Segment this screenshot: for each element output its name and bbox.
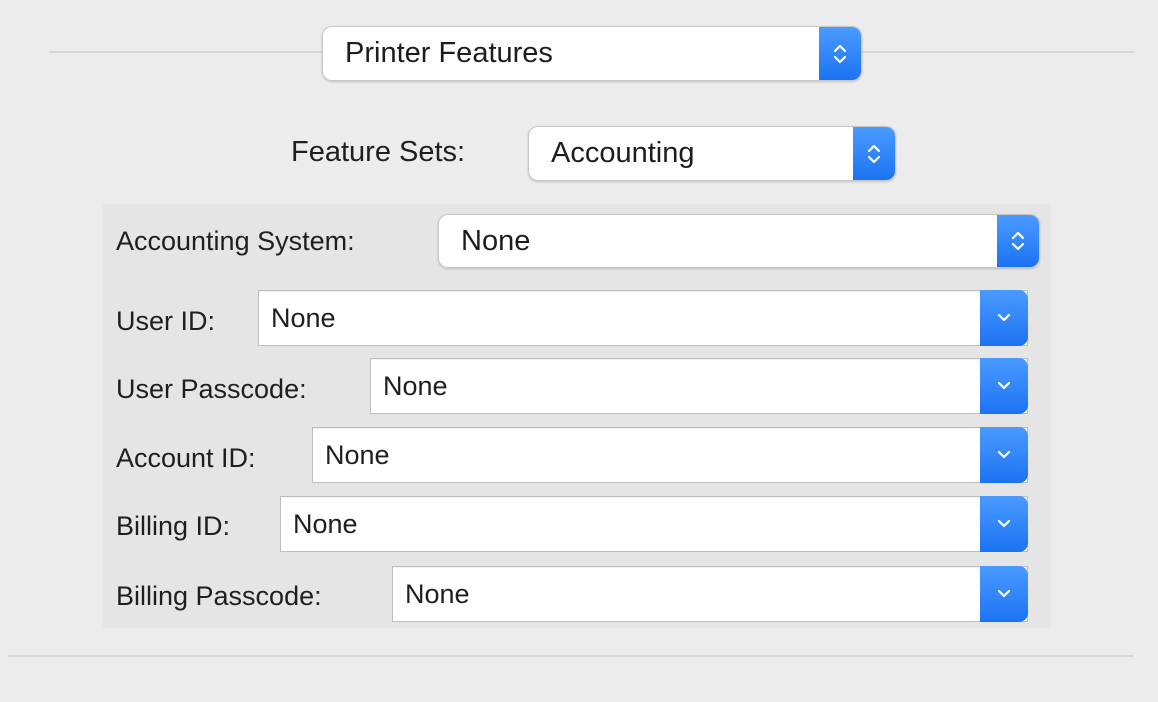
user-passcode-combo[interactable]: None (370, 358, 1028, 414)
chevron-down-icon[interactable] (980, 358, 1028, 414)
chevron-down-icon[interactable] (980, 290, 1028, 346)
chevron-down-icon[interactable] (980, 496, 1028, 552)
feature-sets-label: Feature Sets: (291, 136, 466, 168)
user-passcode-label: User Passcode: (116, 374, 307, 404)
bottom-separator (8, 655, 1134, 657)
pane-selector-value: Printer Features (345, 37, 553, 69)
account-id-combo[interactable]: None (312, 427, 1028, 483)
account-id-field[interactable]: None (313, 440, 980, 471)
billing-id-label: Billing ID: (116, 511, 231, 541)
billing-id-field[interactable]: None (281, 509, 980, 540)
billing-passcode-label: Billing Passcode: (116, 581, 322, 611)
updown-chevron-icon (819, 27, 861, 80)
updown-chevron-icon (997, 215, 1039, 267)
feature-sets-value: Accounting (551, 137, 695, 169)
billing-id-combo[interactable]: None (280, 496, 1028, 552)
user-id-combo[interactable]: None (258, 290, 1028, 346)
printer-features-pane: Printer Features Feature Sets: Accountin… (0, 0, 1158, 702)
account-id-label: Account ID: (116, 443, 256, 473)
top-separator-left (50, 51, 322, 53)
top-separator-right (862, 51, 1134, 53)
user-passcode-field[interactable]: None (371, 371, 980, 402)
accounting-system-label: Accounting System: (116, 226, 355, 256)
chevron-down-icon[interactable] (980, 427, 1028, 483)
user-id-label: User ID: (116, 306, 216, 336)
billing-passcode-combo[interactable]: None (392, 566, 1028, 622)
billing-passcode-field[interactable]: None (393, 579, 980, 610)
accounting-system-popup[interactable]: None (438, 214, 1040, 268)
feature-sets-popup[interactable]: Accounting (528, 126, 896, 181)
user-id-field[interactable]: None (259, 303, 980, 334)
chevron-down-icon[interactable] (980, 566, 1028, 622)
accounting-system-value: None (461, 224, 531, 257)
pane-selector-popup[interactable]: Printer Features (322, 26, 862, 81)
updown-chevron-icon (853, 127, 895, 180)
